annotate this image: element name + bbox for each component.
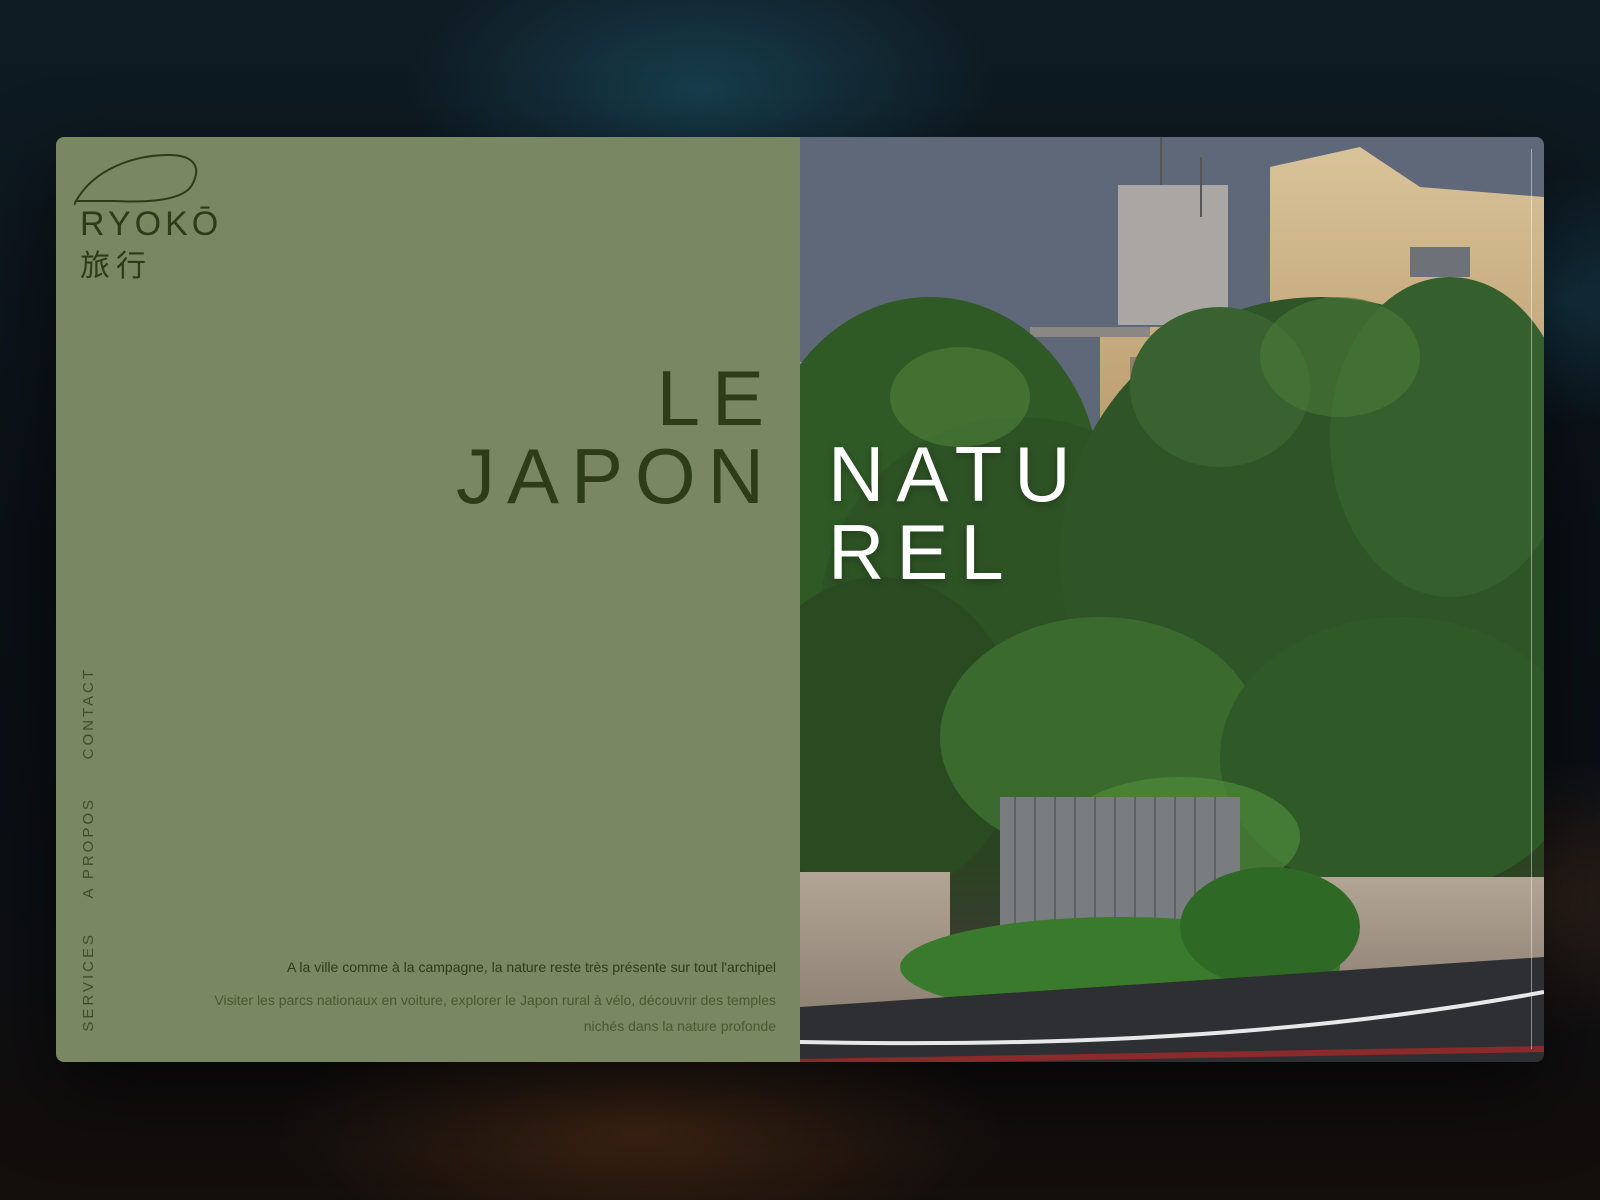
hero-photo <box>800 137 1544 1062</box>
description-body: Visiter les parcs nationaux en voiture, … <box>214 992 776 1034</box>
description-lead: A la ville comme à la campagne, la natur… <box>286 959 776 975</box>
nav-item-contact[interactable]: CONTACT <box>80 667 104 759</box>
edge-divider <box>1531 149 1532 1049</box>
vertical-nav: CONTACT A PROPOS SERVICES <box>80 667 104 1047</box>
nav-item-services[interactable]: SERVICES <box>80 932 104 1032</box>
right-panel: NATU REL <box>800 137 1544 1062</box>
leaf-logo-icon <box>74 153 198 206</box>
headline-right: NATU REL <box>828 435 1083 591</box>
headline-right-line2: REL <box>828 508 1016 596</box>
headline-left-line2: JAPON <box>455 432 776 520</box>
hero-card: RYOKŌ 旅行 LE JAPON CONTACT A PROPOS SERVI… <box>56 137 1544 1062</box>
description-block: A la ville comme à la campagne, la natur… <box>196 957 776 1039</box>
headline-left: LE JAPON <box>456 359 776 515</box>
brand-logo[interactable]: RYOKŌ 旅行 <box>74 149 234 283</box>
left-panel: RYOKŌ 旅行 LE JAPON CONTACT A PROPOS SERVI… <box>56 137 800 1062</box>
brand-kanji: 旅行 <box>80 250 152 283</box>
brand-name: RYOKŌ <box>80 205 223 243</box>
nav-item-a-propos[interactable]: A PROPOS <box>80 797 104 899</box>
headline-right-line1: NATU <box>828 430 1083 518</box>
headline-left-line1: LE <box>656 354 776 442</box>
